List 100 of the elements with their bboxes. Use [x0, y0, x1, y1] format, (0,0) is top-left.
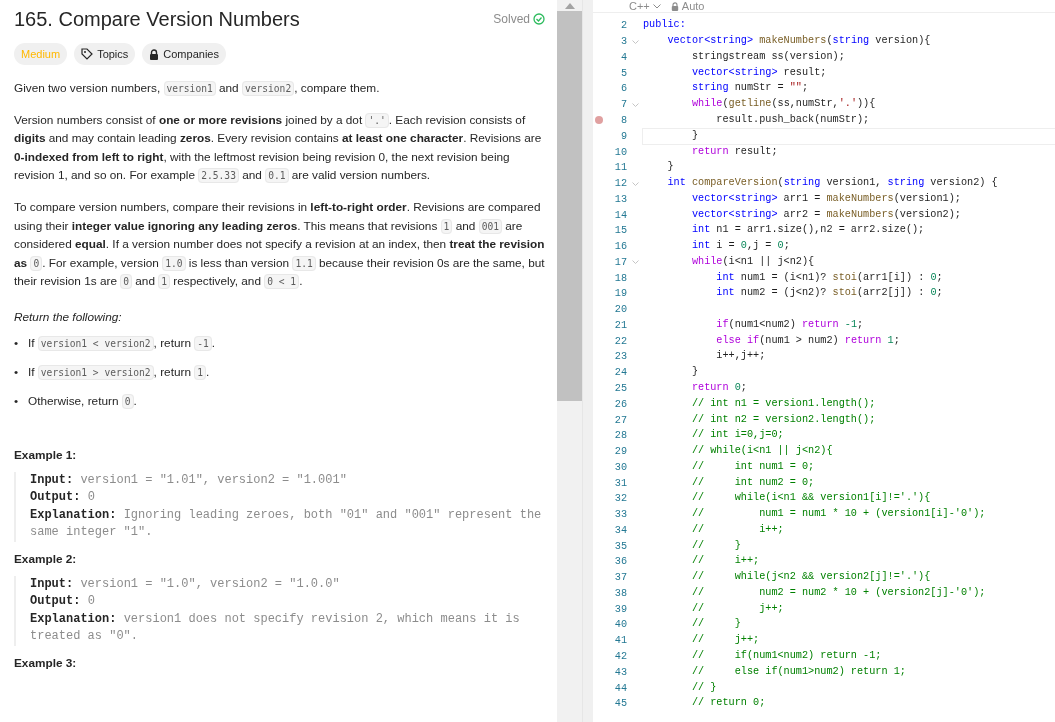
- example-line: Input: version1 = "1.0", version2 = "1.0.0": [30, 575, 341, 593]
- code-line: while(i<n1 || j<n2){: [690, 254, 816, 269]
- difficulty-badge: Medium: [14, 43, 68, 65]
- code-line: }: [642, 127, 1055, 145]
- line-number: 3: [619, 36, 627, 48]
- code-line: result.push_back(numStr);: [715, 113, 871, 127]
- line-number: 26: [613, 398, 627, 410]
- code-line: int compareVersion(string version1, string version2) {: [666, 176, 999, 191]
- code-line: public:: [642, 18, 687, 33]
- code-line: // int num1 = 0;: [690, 459, 816, 474]
- line-number: 43: [613, 666, 627, 678]
- example-line: Output: 0: [30, 489, 96, 507]
- line-number: 44: [613, 682, 627, 694]
- scroll-thumb[interactable]: [557, 11, 582, 401]
- code-line: }: [690, 365, 700, 380]
- companies-button[interactable]: Companies: [142, 43, 226, 65]
- example-title: Example 2:: [14, 551, 78, 566]
- code-line: i++,j++;: [715, 349, 767, 364]
- example-title: Example 1:: [14, 447, 78, 462]
- line-number: 2: [619, 20, 627, 32]
- fold-chevron-icon[interactable]: [632, 102, 639, 107]
- line-number: 20: [613, 304, 627, 316]
- line-number: 18: [613, 272, 627, 284]
- code-line: int num2 = (j<n2)? stoi(arr2[j]) : 0;: [715, 286, 944, 301]
- code-line: // num2 = num2 * 10 + (version2[j]-'0');: [690, 585, 987, 600]
- tag-icon: [81, 48, 94, 60]
- code-line: // while(j<n2 && version2[j]!='.'){: [690, 570, 932, 585]
- rule-item: Otherwise, return 0 .: [28, 392, 137, 411]
- line-number: 30: [613, 461, 627, 473]
- line-number: 35: [613, 540, 627, 552]
- line-number: 34: [613, 524, 627, 536]
- line-number: 27: [613, 414, 627, 426]
- code-line: vector<string> makeNumbers(string version){: [666, 34, 932, 49]
- example-line: Output: 0: [30, 593, 96, 611]
- line-number: 17: [613, 256, 627, 268]
- rule-item: If version1 < version2 , return -1 .: [28, 334, 216, 353]
- example-line: Input: version1 = "1.01", version2 = "1.001": [30, 471, 348, 489]
- line-number: 11: [613, 162, 627, 174]
- line-number: 16: [613, 241, 627, 253]
- code-line: // }: [690, 680, 718, 695]
- line-number: 39: [613, 603, 627, 615]
- description-paragraph: Version numbers consist of one or more revisions joined by a dot '.' . Each revision consists of digits and may contain leading zeros. Every revision contains at least one character. Revisions are 0-indexed from left to right, with the leftmost revision being revision 0, the next revision being revision 1, and so on. For example 2.5.33 and 0.1 are valid version numbers.: [14, 111, 543, 185]
- line-number: 22: [613, 335, 627, 347]
- fold-chevron-icon[interactable]: [632, 260, 639, 265]
- code-line: stringstream ss(version);: [690, 49, 846, 64]
- code-line: // while(i<n1 || j<n2){: [690, 444, 834, 459]
- code-line: // j++;: [690, 633, 761, 648]
- code-line: // if(num1<num2) return -1;: [690, 649, 883, 663]
- code-line: // i++;: [690, 522, 785, 537]
- code-line: while(getline(ss,numStr,'.')){: [690, 97, 877, 112]
- line-number: 29: [613, 446, 627, 458]
- solved-status: Solved: [493, 12, 545, 26]
- scrollbar[interactable]: [557, 0, 582, 722]
- line-number: 15: [613, 225, 627, 237]
- code-line: // int n2 = version2.length();: [690, 412, 877, 427]
- line-number: 38: [613, 587, 627, 599]
- line-number: 40: [613, 619, 627, 631]
- line-number: 5: [619, 67, 627, 79]
- problem-title: 165. Compare Version Numbers: [14, 8, 300, 31]
- fold-chevron-icon[interactable]: [632, 181, 639, 186]
- code-line: // j++;: [690, 601, 785, 616]
- code-line: // num1 = num1 * 10 + (version1[i]-'0');: [690, 507, 987, 522]
- example-line: Explanation: Ignoring leading zeroes, both "01" and "001" represent the same integer "1".: [30, 506, 543, 542]
- code-line: string numStr = "";: [690, 81, 810, 96]
- auto-mode-label[interactable]: Auto: [670, 0, 705, 12]
- line-number: 32: [613, 493, 627, 505]
- line-number: 33: [613, 509, 627, 521]
- lock-icon: [670, 1, 679, 11]
- code-line: // int i=0,j=0;: [690, 428, 785, 443]
- line-number: 24: [613, 367, 627, 379]
- line-number: 37: [613, 572, 627, 584]
- topics-button[interactable]: Topics: [74, 43, 136, 65]
- code-line: vector<string> result;: [690, 65, 828, 80]
- line-number: 23: [613, 351, 627, 363]
- fold-chevron-icon[interactable]: [632, 39, 639, 44]
- code-line: else if(num1 > num2) return 1;: [715, 333, 901, 348]
- code-line: // while(i<n1 && version1[i]!='.'){: [690, 491, 932, 506]
- line-number: 10: [613, 146, 627, 158]
- line-number: 9: [619, 130, 627, 142]
- line-number: 28: [613, 430, 627, 442]
- bullet-marker: •: [14, 364, 20, 379]
- description-paragraph: Given two version numbers, version1 and version2 , compare them.: [14, 80, 381, 98]
- return-heading: Return the following:: [14, 309, 123, 324]
- line-number: 12: [613, 178, 627, 190]
- line-number: 41: [613, 635, 627, 647]
- line-number: 13: [613, 193, 627, 205]
- chevron-down-icon: [652, 3, 661, 9]
- lock-icon: [149, 48, 160, 60]
- line-number: 4: [619, 51, 627, 63]
- line-number: 25: [613, 383, 627, 394]
- bullet-marker: •: [14, 393, 20, 408]
- example-title: Example 3:: [14, 655, 78, 670]
- code-line: return 0;: [690, 381, 748, 395]
- code-line: // int num2 = 0;: [690, 475, 816, 490]
- code-line: // }: [690, 538, 742, 553]
- breakpoint-dot[interactable]: [595, 116, 603, 125]
- rule-item: If version1 > version2 , return 1 .: [28, 363, 210, 382]
- description-paragraph: To compare version numbers, compare their revisions in left-to-right order. Revisions are compared using their integer value ignoring any leading zeros. This means that revisions 1 and 001 are considered equal. If a version number does not specify a revision at an index, then treat the revision as 0 . For example, version 1.0 is less than version 1.1 because their revision 0s are the same, but their revision 1s are 0 and 1 respectively, and 0 < 1 .: [14, 198, 546, 291]
- code-line: int n1 = arr1.size(),n2 = arr2.size();: [690, 223, 926, 238]
- scroll-up-icon[interactable]: [564, 3, 575, 9]
